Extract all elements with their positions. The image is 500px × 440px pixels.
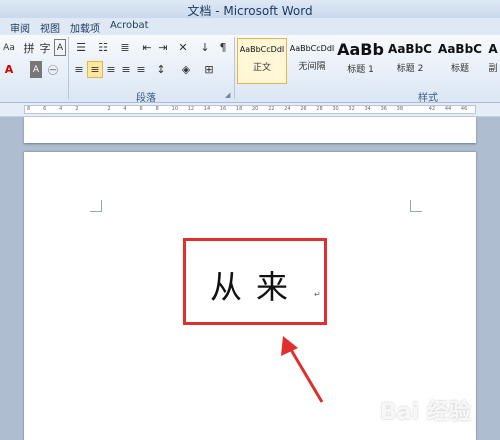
watermark-logo: Bai 经验 (380, 400, 471, 425)
watermark-url: jingyan.baidu.com (400, 423, 474, 432)
arrow-head (281, 336, 298, 356)
arrow-shaft (288, 347, 324, 403)
annotation-arrow-icon (281, 336, 324, 403)
